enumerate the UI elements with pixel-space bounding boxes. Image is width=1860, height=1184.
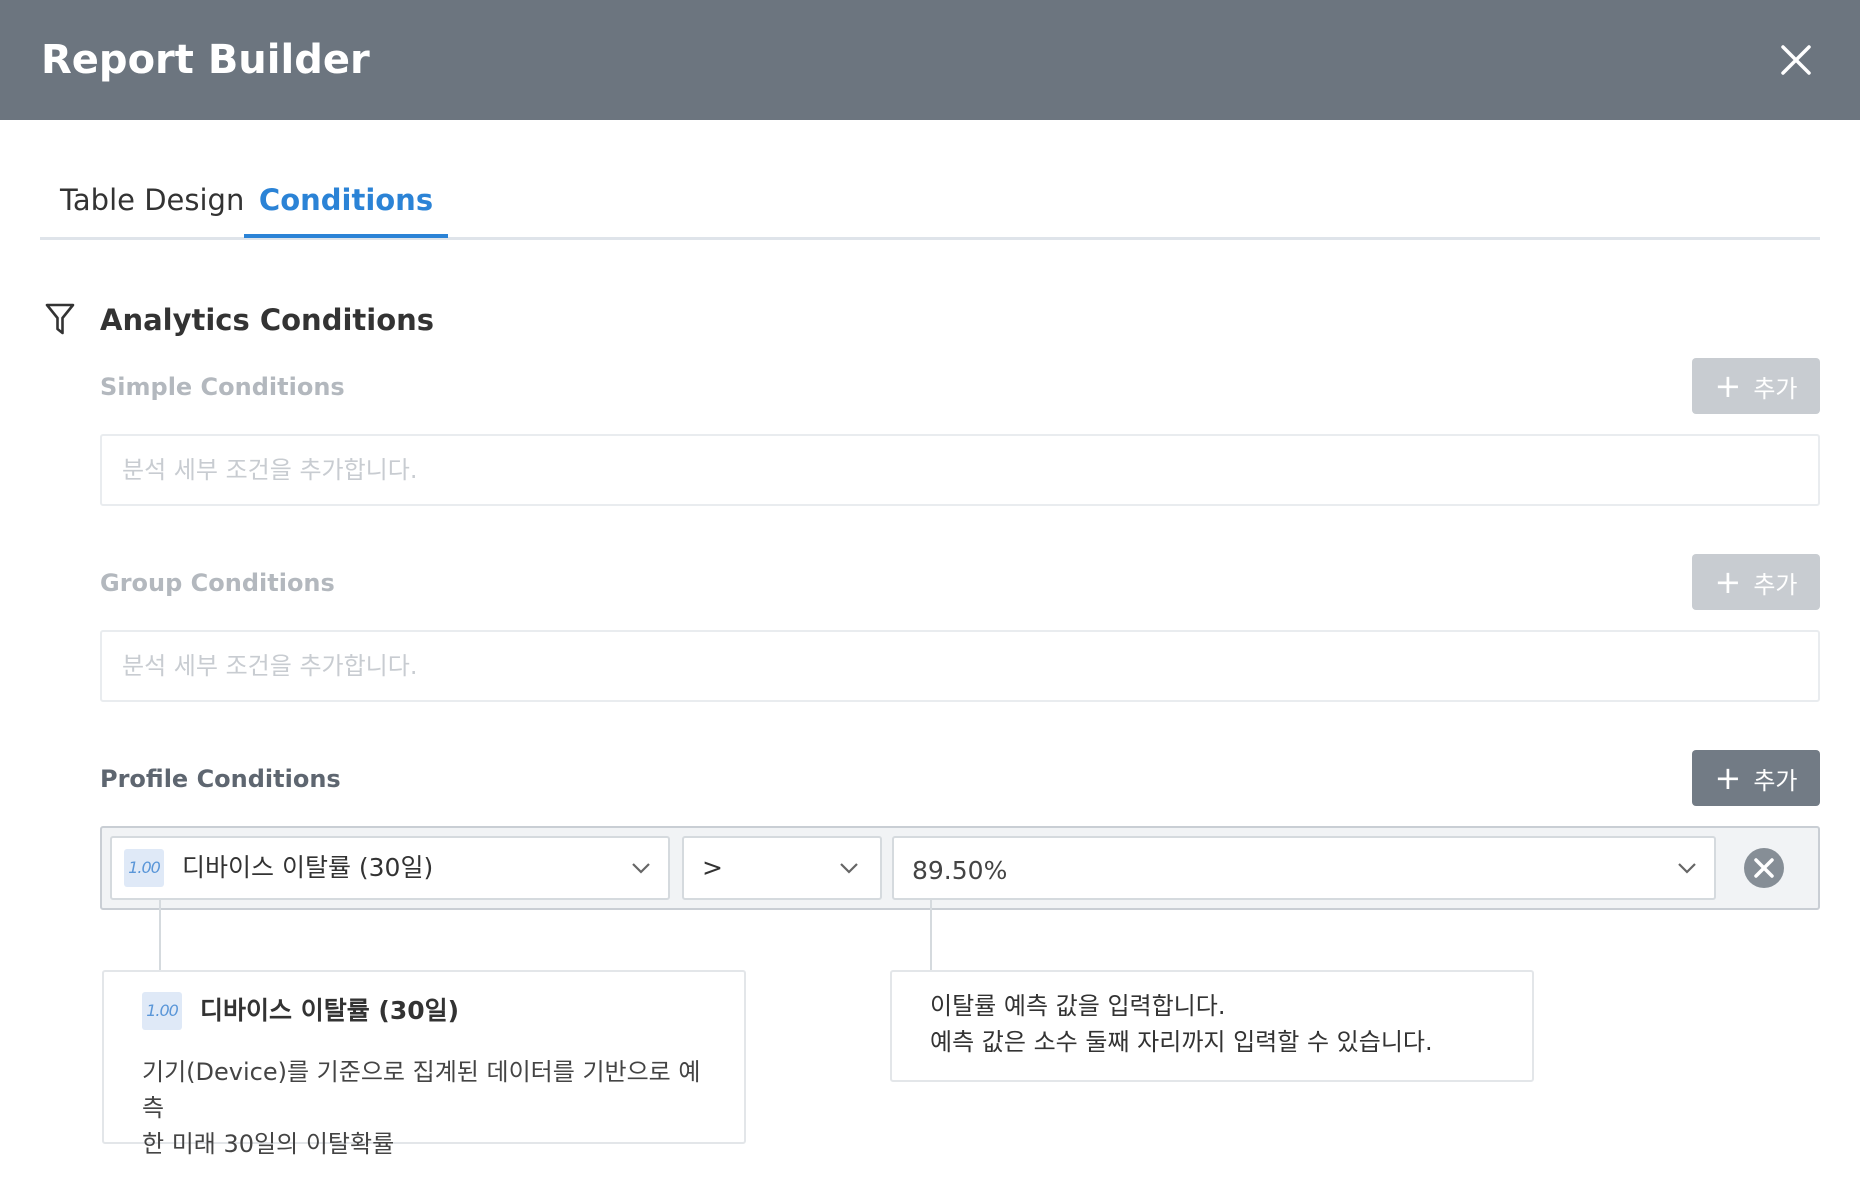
tab-table-design[interactable]: Table Design [60, 180, 250, 238]
profile-condition-row: 1.00 디바이스 이탈률 (30일) > 89.50% [100, 826, 1820, 910]
value-help-tooltip: 이탈률 예측 값을 입력합니다. 예측 값은 소수 둘째 자리까지 입력할 수 … [890, 970, 1534, 1082]
tooltip-connector [930, 900, 932, 970]
profile-add-label: 추가 [1753, 766, 1798, 795]
plus-icon: + [1714, 759, 1742, 797]
simple-conditions-empty: 분석 세부 조건을 추가합니다. [100, 434, 1820, 506]
tab-conditions[interactable]: Conditions [244, 180, 448, 238]
remove-condition-icon[interactable] [1742, 846, 1786, 890]
condition-operator-select[interactable]: > [682, 836, 882, 900]
chevron-down-icon [1678, 863, 1696, 874]
modal-header: Report Builder [0, 0, 1860, 120]
plus-icon: + [1714, 563, 1742, 601]
field-help-tooltip: 1.00 디바이스 이탈률 (30일) 기기(Device)를 기준으로 집계된… [102, 970, 746, 1158]
number-type-badge: 1.00 [142, 992, 182, 1030]
group-add-label: 추가 [1753, 570, 1798, 599]
section-title: Analytics Conditions [100, 303, 435, 337]
condition-value-text: 89.50% [912, 856, 1008, 885]
simple-conditions-title: Simple Conditions [100, 373, 345, 401]
condition-operator-value: > [702, 853, 723, 882]
group-conditions-title: Group Conditions [100, 569, 335, 597]
profile-add-button[interactable]: + 추가 [1692, 750, 1820, 806]
plus-icon: + [1714, 367, 1742, 405]
tab-bar: Table Design Conditions [40, 160, 1820, 240]
condition-field-select[interactable]: 1.00 디바이스 이탈률 (30일) [110, 836, 670, 900]
close-icon[interactable] [1778, 42, 1814, 78]
condition-field-value: 디바이스 이탈률 (30일) [182, 853, 434, 882]
condition-value-select[interactable]: 89.50% [892, 836, 1716, 900]
chevron-down-icon [632, 863, 650, 874]
tooltip-connector [159, 900, 161, 970]
tooltip-value-description: 이탈률 예측 값을 입력합니다. 예측 값은 소수 둘째 자리까지 입력할 수 … [930, 992, 1433, 1056]
tooltip-field-title: 디바이스 이탈률 (30일) [200, 996, 460, 1025]
simple-add-button[interactable]: + 추가 [1692, 358, 1820, 414]
profile-conditions-title: Profile Conditions [100, 765, 341, 793]
filter-icon [44, 302, 76, 336]
group-add-button[interactable]: + 추가 [1692, 554, 1820, 610]
chevron-down-icon [840, 863, 858, 874]
simple-add-label: 추가 [1753, 374, 1798, 403]
group-conditions-empty: 분석 세부 조건을 추가합니다. [100, 630, 1820, 702]
tooltip-field-description: 기기(Device)를 기준으로 집계된 데이터를 기반으로 예측 한 미래 3… [142, 1058, 701, 1158]
number-type-badge: 1.00 [124, 849, 164, 887]
modal-title: Report Builder [41, 37, 370, 83]
